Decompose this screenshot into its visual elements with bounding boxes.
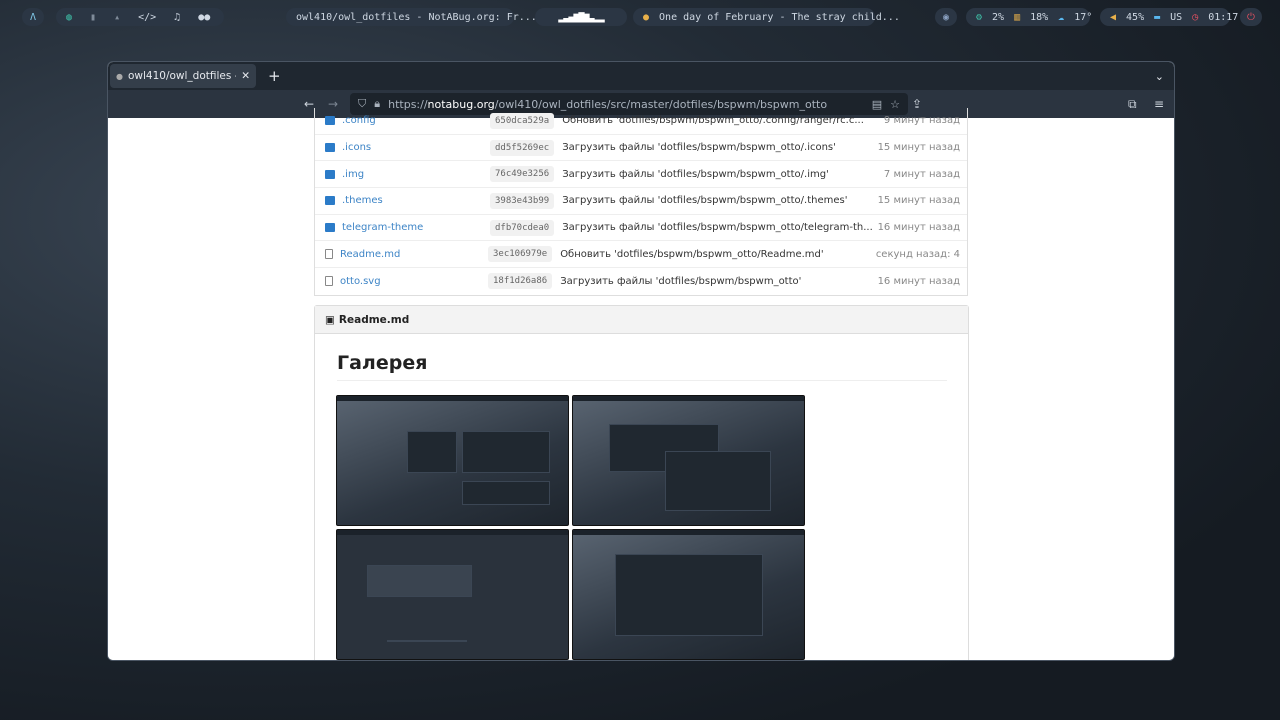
- globe-icon[interactable]: ◍: [66, 12, 72, 23]
- gamepad-icon[interactable]: ●●: [198, 12, 210, 23]
- cpu-icon: ⚙: [976, 11, 983, 23]
- page-content: .config 650dca529a Обновить 'dotfiles/bs…: [108, 108, 1174, 660]
- commit-message[interactable]: Обновить 'dotfiles/bspwm/bspwm_otto/.con…: [562, 115, 884, 126]
- workspace-list: ◍ ▮ ▴ </> ♫ ●●: [56, 8, 224, 26]
- file-name-link[interactable]: otto.svg: [340, 276, 488, 287]
- commit-message[interactable]: Загрузить файлы 'dotfiles/bspwm/bspwm_ot…: [562, 169, 884, 180]
- file-row: .config 650dca529a Обновить 'dotfiles/bs…: [315, 108, 967, 135]
- file-name-link[interactable]: .config: [342, 115, 490, 126]
- ram: 18%: [1030, 11, 1049, 23]
- folder-icon: [325, 116, 335, 126]
- file-icon: [325, 276, 333, 287]
- commit-time: 7 минут назад: [883, 168, 960, 180]
- menu-icon[interactable]: ≡: [1154, 97, 1164, 111]
- workspaces-bar: Λ: [22, 8, 44, 26]
- volume: 45%: [1126, 11, 1145, 23]
- code-icon[interactable]: </>: [138, 12, 156, 23]
- folder-icon: [325, 143, 335, 153]
- clock-icon: ◷: [1192, 11, 1199, 23]
- readme-panel: ▣ Readme.md Галерея: [314, 305, 969, 660]
- gallery-image[interactable]: [572, 529, 805, 660]
- power-icon: ⏻: [1247, 11, 1255, 23]
- file-row: .img 76c49e3256 Загрузить файлы 'dotfile…: [315, 161, 967, 189]
- arch-icon[interactable]: Λ: [30, 12, 36, 23]
- commit-sha-link[interactable]: dfb70cdea0: [490, 219, 555, 236]
- terminal-icon[interactable]: ▮: [90, 12, 96, 23]
- tab-title: owl410/owl_dotfiles - NotABug.org: [127, 70, 236, 82]
- music-player[interactable]: ● One day of February - The stray child..…: [633, 8, 900, 26]
- weather: 17°: [1074, 11, 1093, 23]
- clock: 01:17: [1208, 11, 1239, 23]
- file-row: otto.svg 18f1d26a86 Загрузить файлы 'dot…: [315, 268, 967, 295]
- file-name-link[interactable]: telegram-theme: [342, 222, 490, 233]
- power-button[interactable]: ⏻: [1240, 8, 1262, 26]
- cloud-icon: ☁: [1058, 11, 1065, 23]
- commit-time: 15 минут назад: [877, 195, 960, 207]
- window-title-text: owl410/owl_dotfiles - NotABug.org: Fr...: [296, 11, 537, 23]
- commit-time: 15 минут назад: [877, 142, 960, 154]
- tab-active[interactable]: ● owl410/owl_dotfiles - NotABug.org ✕: [110, 64, 256, 88]
- headphones-icon[interactable]: ♫: [174, 12, 180, 23]
- file-name-link[interactable]: .img: [342, 169, 490, 180]
- extensions-icon[interactable]: ⧉: [1128, 97, 1137, 112]
- commit-message[interactable]: Загрузить файлы 'dotfiles/bspwm/bspwm_ot…: [560, 276, 877, 287]
- commit-message[interactable]: Загрузить файлы 'dotfiles/bspwm/bspwm_ot…: [562, 222, 877, 233]
- file-row: .icons dd5f5269ec Загрузить файлы 'dotfi…: [315, 135, 967, 162]
- gallery-image[interactable]: [336, 529, 569, 660]
- file-row: .themes 3983e43b99 Загрузить файлы 'dotf…: [315, 188, 967, 215]
- status-right: ◀ 45% ▬ US ◷ 01:17: [1100, 8, 1238, 26]
- favicon-icon: ●: [116, 71, 123, 81]
- back-icon[interactable]: ←: [304, 97, 314, 111]
- commit-message[interactable]: Загрузить файлы 'dotfiles/bspwm/bspwm_ot…: [562, 195, 877, 206]
- commit-time: 16 минут назад: [877, 275, 960, 287]
- file-icon: [325, 249, 333, 260]
- ram-icon: ▥: [1014, 11, 1021, 23]
- commit-sha-link[interactable]: 3983e43b99: [490, 192, 555, 209]
- commit-time: 9 минут назад: [883, 115, 960, 127]
- music-title: One day of February - The stray child...: [659, 11, 900, 23]
- file-row: Readme.md 3ec106979e Обновить 'dotfiles/…: [315, 241, 967, 269]
- file-name-link[interactable]: .icons: [342, 142, 490, 153]
- commit-sha-link[interactable]: 3ec106979e: [488, 246, 553, 263]
- gallery-image[interactable]: [572, 395, 805, 526]
- gallery-heading: Галерея: [337, 352, 947, 381]
- file-name-link[interactable]: Readme.md: [340, 249, 488, 260]
- commit-time: секунд назад: 4: [875, 248, 960, 260]
- file-row: telegram-theme dfb70cdea0 Загрузить файл…: [315, 215, 967, 242]
- package-icon: ◉: [942, 11, 950, 23]
- commit-sha-link[interactable]: 18f1d26a86: [488, 273, 553, 290]
- cpu: 2%: [992, 11, 1005, 23]
- tab-bar: ● owl410/owl_dotfiles - NotABug.org ✕ + …: [108, 62, 1174, 90]
- updates[interactable]: ◉: [935, 8, 957, 26]
- audio-visualizer: ▂▃▄▆▇▆▃▂▂: [535, 8, 627, 26]
- play-icon[interactable]: ●: [643, 12, 649, 23]
- new-tab-button[interactable]: +: [268, 67, 281, 85]
- gallery-image[interactable]: [336, 395, 569, 526]
- system-stats: ⚙ 2% ▥ 18% ☁ 17°: [966, 8, 1093, 26]
- commit-message[interactable]: Загрузить файлы 'dotfiles/bspwm/bspwm_ot…: [562, 142, 877, 153]
- book-icon: ▣: [325, 313, 335, 326]
- readme-header: ▣ Readme.md: [315, 306, 968, 334]
- keyboard-layout[interactable]: US: [1170, 12, 1182, 23]
- keyboard-icon: ▬: [1154, 11, 1161, 23]
- commit-message[interactable]: Обновить 'dotfiles/bspwm/bspwm_otto/Read…: [560, 249, 876, 260]
- commit-sha-link[interactable]: dd5f5269ec: [490, 139, 555, 156]
- commit-sha-link[interactable]: 650dca529a: [490, 112, 555, 129]
- close-tab-icon[interactable]: ✕: [241, 70, 250, 82]
- commit-sha-link[interactable]: 76c49e3256: [490, 166, 555, 183]
- tab-list-chevron-icon[interactable]: ⌄: [1155, 70, 1164, 83]
- folder-icon: [325, 196, 335, 206]
- commit-time: 16 минут назад: [877, 222, 960, 234]
- file-name-link[interactable]: .themes: [342, 195, 490, 206]
- volume-icon[interactable]: ◀: [1110, 12, 1116, 23]
- browser-window: ● owl410/owl_dotfiles - NotABug.org ✕ + …: [107, 61, 1175, 661]
- window-title: owl410/owl_dotfiles - NotABug.org: Fr...: [286, 8, 537, 26]
- readme-title: Readme.md: [338, 313, 410, 326]
- folder-icon[interactable]: ▴: [114, 12, 120, 23]
- folder-icon: [325, 223, 335, 233]
- file-table: .config 650dca529a Обновить 'dotfiles/bs…: [314, 108, 968, 296]
- folder-icon: [325, 169, 335, 179]
